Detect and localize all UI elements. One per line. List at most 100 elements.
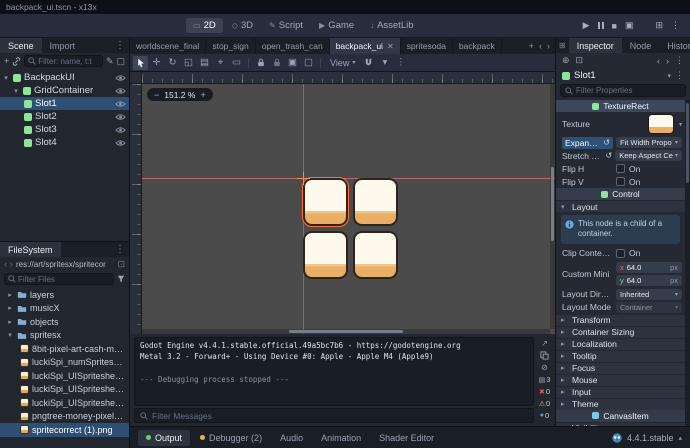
unlock-button[interactable] [269, 56, 284, 70]
pivot-tool-button[interactable]: ⌖ [213, 56, 228, 70]
category-canvasitem[interactable]: CanvasItem [556, 410, 685, 422]
scene-tab-backpack[interactable]: backpack [453, 38, 502, 54]
info-count-badge[interactable]: ●0 [540, 411, 549, 420]
custom-min-x-spinbox[interactable]: x64.0px [616, 262, 682, 273]
section-localization[interactable]: ▸Localization [556, 338, 685, 350]
tree-item-backpackui[interactable]: ▾ BackpackUI [0, 71, 129, 84]
revert-icon[interactable]: ↺ [605, 151, 612, 160]
folder-item-objects[interactable]: ▸ objects [0, 315, 129, 329]
section-container-sizing[interactable]: ▸Container Sizing [556, 326, 685, 338]
file-item-selected[interactable]: spritecorrect (1).png [0, 423, 129, 437]
expand-arrow-icon[interactable]: ▸ [6, 304, 14, 312]
close-tab-icon[interactable]: ✕ [387, 42, 394, 51]
stretch-mode-dropdown[interactable]: Keep Aspect Ce▾ [615, 150, 682, 161]
slot2-node[interactable] [353, 178, 398, 226]
slot3-node[interactable] [303, 231, 348, 279]
scale-tool-button[interactable]: ◱ [181, 56, 196, 70]
section-tooltip[interactable]: ▸Tooltip [556, 350, 685, 362]
messages-count-badge[interactable]: ▤3 [539, 375, 551, 384]
view-menu-button[interactable]: View▾ [325, 56, 360, 70]
collapse-arrow-icon[interactable]: ▾ [12, 87, 20, 95]
tree-item-slot4[interactable]: Slot4 [0, 136, 129, 149]
visibility-eye-icon[interactable] [115, 139, 126, 147]
section-layout[interactable]: ▾ Layout [556, 200, 685, 212]
2d-viewport[interactable]: − 151.2 % + [142, 84, 555, 334]
tree-item-slot3[interactable]: Slot3 [0, 123, 129, 136]
tree-item-slot1[interactable]: Slot1 [0, 97, 129, 110]
play-button[interactable]: ▶ [583, 20, 590, 31]
stop-button[interactable]: ■ [612, 21, 617, 31]
dock-grid-icon[interactable]: ⊞ [556, 38, 569, 53]
topbar-menu-icon[interactable]: ⋮ [671, 20, 680, 31]
node-dropdown-icon[interactable]: ▾ [667, 72, 671, 80]
custom-min-y-spinbox[interactable]: y64.0px [616, 275, 682, 286]
tab-scene[interactable]: Scene [0, 38, 42, 53]
instance-scene-button[interactable] [12, 57, 21, 66]
tab-import[interactable]: Import [42, 38, 84, 53]
move-tool-button[interactable]: ✛ [149, 56, 164, 70]
tab-2d[interactable]: ▭2D [186, 18, 223, 33]
slot4-node[interactable] [353, 231, 398, 279]
file-item[interactable]: luckiSpi_UISpritesheet3... [0, 396, 129, 410]
copy-icon[interactable] [540, 351, 549, 360]
history-forward-icon[interactable]: › [666, 56, 669, 66]
lock-button[interactable] [253, 56, 268, 70]
tab-debugger[interactable]: Debugger (2) [192, 430, 270, 446]
section-transform[interactable]: ▸Transform [556, 314, 685, 326]
history-back-icon[interactable]: ‹ [4, 259, 7, 269]
visibility-eye-icon[interactable] [115, 126, 126, 134]
history-forward-icon[interactable]: › [10, 259, 13, 269]
folder-item-spritesx[interactable]: ▾ spritesx [0, 329, 129, 343]
tab-audio[interactable]: Audio [272, 430, 311, 446]
revert-icon[interactable]: ↺ [603, 138, 610, 147]
history-back-icon[interactable]: ‹ [657, 56, 660, 66]
collapse-arrow-icon[interactable]: ▾ [2, 74, 10, 82]
expand-arrow-icon[interactable]: ▸ [6, 291, 14, 299]
filter-properties-input[interactable] [576, 86, 681, 95]
zoom-in-button[interactable]: + [200, 90, 205, 100]
expand-arrow-icon[interactable]: ▸ [6, 318, 14, 326]
errors-count-badge[interactable]: ✖0 [539, 387, 550, 396]
file-item[interactable]: pngtree-money-pixel-p... [0, 410, 129, 424]
movie-mode-button[interactable]: ▣ [625, 20, 634, 31]
tab-scroll-left-icon[interactable]: ‹ [539, 41, 542, 51]
attach-script-button[interactable]: ✎ [106, 56, 114, 67]
section-theme[interactable]: ▸Theme [556, 398, 685, 410]
tab-shader-editor[interactable]: Shader Editor [371, 430, 442, 446]
flip-v-checkbox[interactable] [616, 177, 625, 186]
focus-file-icon[interactable]: ⊡ [117, 259, 125, 270]
object-menu-icon[interactable]: ⋮ [675, 55, 684, 66]
chevron-down-icon[interactable]: ▾ [679, 121, 682, 128]
new-scene-tab-icon[interactable]: + [529, 41, 534, 51]
zoom-level[interactable]: 151.2 % [164, 90, 195, 100]
add-node-button[interactable]: + [4, 56, 9, 66]
group-button[interactable]: ▣ [285, 56, 300, 70]
viewport-vscrollbar[interactable] [550, 84, 555, 329]
expand-panel-icon[interactable]: ▴ [678, 434, 682, 442]
scene-filter-input[interactable] [38, 57, 99, 66]
flip-h-checkbox[interactable] [616, 164, 625, 173]
section-mouse[interactable]: ▸Mouse [556, 374, 685, 386]
list-select-tool-button[interactable]: ▤ [197, 56, 212, 70]
scene-tab-backpack-ui[interactable]: backpack_ui✕ [330, 38, 401, 54]
new-resource-icon[interactable]: ⊕ [562, 55, 570, 66]
texture-thumbnail[interactable] [648, 114, 674, 134]
tab-output[interactable]: Output [138, 430, 190, 446]
scene-tab-stop-sign[interactable]: stop_sign [206, 38, 255, 54]
warnings-count-badge[interactable]: ⚠0 [539, 399, 550, 408]
viewport-hscrollbar[interactable] [142, 329, 550, 334]
select-tool-button[interactable] [133, 56, 148, 70]
dock-options-icon[interactable]: ⋮ [111, 242, 129, 257]
snap-options-icon[interactable]: ▾ [377, 56, 392, 70]
pause-button[interactable] [598, 22, 604, 29]
file-item[interactable]: 8bit-pixel-art-cash-mon... [0, 342, 129, 356]
filesystem-filter-input[interactable] [18, 275, 110, 284]
visibility-eye-icon[interactable] [115, 100, 126, 108]
file-item[interactable]: luckiSpi_UISpritesheet2... [0, 383, 129, 397]
tab-animation[interactable]: Animation [313, 430, 369, 446]
section-input[interactable]: ▸Input [556, 386, 685, 398]
extra-tool-icon[interactable]: ▢ [116, 56, 125, 67]
folder-item-musicx[interactable]: ▸ musicX [0, 302, 129, 316]
sort-files-icon[interactable] [117, 275, 125, 283]
file-item[interactable]: luckiSpi_UISpritesheet1... [0, 369, 129, 383]
